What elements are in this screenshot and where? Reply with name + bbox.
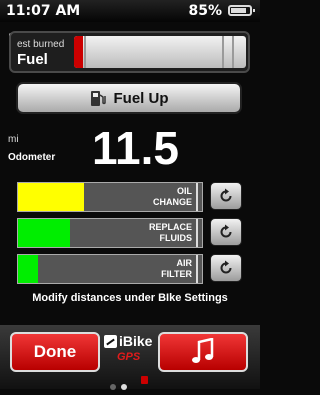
bottom-toolbar: Done iBike GPS [0,325,260,390]
fuel-pump-icon [90,91,106,106]
fuel-up-label: Fuel Up [113,89,169,107]
fuel-gauge-tick [232,36,234,68]
battery-percent: 85% [188,3,222,19]
page-dot [121,384,127,390]
odometer-value: 11.5 [92,122,179,174]
fuel-title: Fuel [17,51,48,68]
service-bar-divider [196,219,198,247]
logo-name: iBike [119,333,153,349]
logo-mark-icon [104,335,117,348]
service-item-air-filter: AIR FILTER [17,254,243,284]
service-progress-bar: REPLACE FLUIDS [17,218,203,248]
fuel-gauge-fill [74,36,83,68]
service-bar-divider [196,183,198,211]
fuel-gauge-tick [222,36,224,68]
reset-replace-fluids-button[interactable] [210,218,242,246]
service-item-oil-change: OIL CHANGE [17,182,243,212]
settings-hint: Modify distances under BIke Settings [32,292,228,304]
refresh-icon [220,224,232,238]
fuel-gauge-tick [84,36,86,68]
music-button[interactable] [158,332,248,372]
music-note-icon [192,338,214,363]
service-progress-bar: OIL CHANGE [17,182,203,212]
service-progress-fill [18,255,39,283]
service-label: OIL CHANGE [152,186,192,207]
fuel-gauge [74,36,246,68]
page-dot [110,384,116,390]
fuel-panel: est burned Fuel [9,31,250,73]
service-bar-divider [196,255,198,283]
refresh-icon [220,188,232,202]
odometer-unit: mi [8,134,19,145]
reset-oil-change-button[interactable] [210,182,242,210]
service-label: AIR FILTER [161,258,192,279]
trash-icon [141,376,148,384]
done-button[interactable]: Done [10,332,100,372]
refresh-icon [220,260,232,274]
app-logo: iBike GPS [104,333,156,368]
logo-sub: GPS [117,351,141,363]
fuel-up-button[interactable]: Fuel Up [16,82,242,114]
status-bar: 11:07 AM 85% [0,0,260,22]
status-time: 11:07 AM [6,3,81,19]
service-item-replace-fluids: REPLACE FLUIDS [17,218,243,248]
odometer-label: Odometer [8,152,56,163]
page-indicator-bottom [110,377,132,395]
service-label: REPLACE FLUIDS [148,222,192,243]
service-progress-fill [18,219,70,247]
service-progress-fill [18,183,85,211]
reset-air-filter-button[interactable] [210,254,242,282]
fuel-caption: est burned [17,39,65,50]
service-progress-bar: AIR FILTER [17,254,203,284]
battery-icon [228,5,255,16]
